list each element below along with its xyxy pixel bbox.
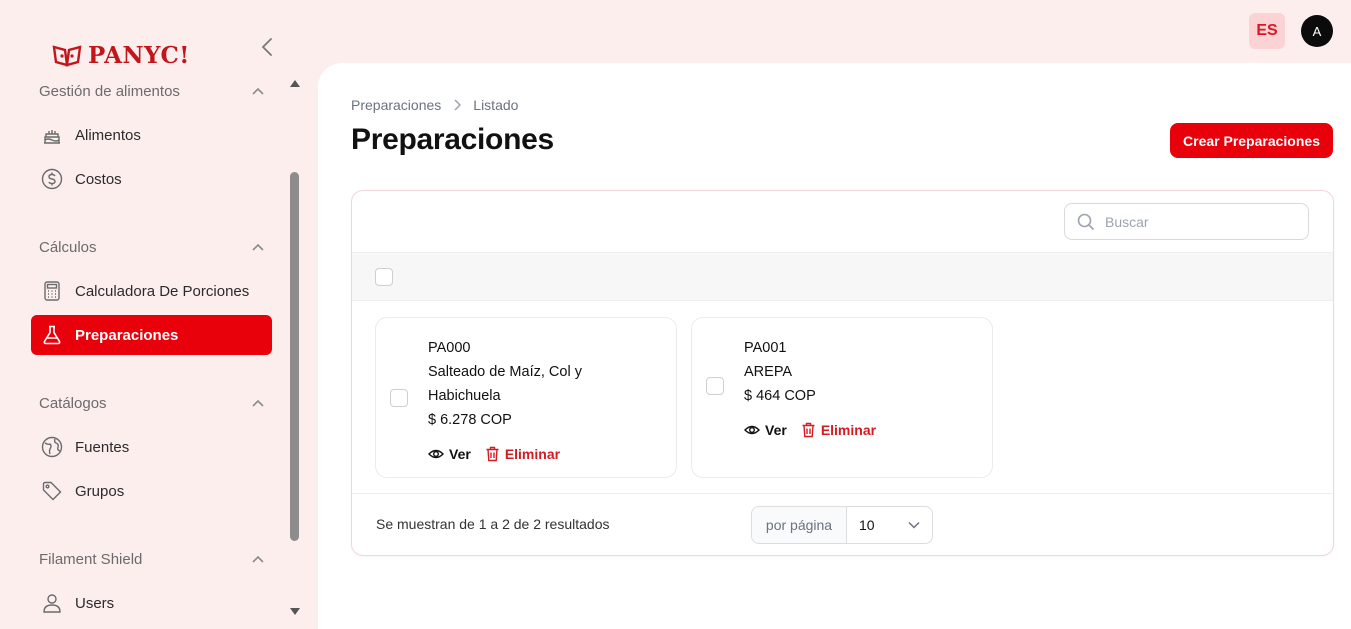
calculator-icon: [40, 279, 64, 303]
record-code: PA001: [744, 340, 787, 356]
record-checkbox[interactable]: [390, 389, 408, 407]
globe-icon: [40, 435, 64, 459]
chevron-up-icon: [252, 555, 264, 563]
group-gestion-alimentos[interactable]: Gestión de alimentos: [39, 81, 264, 101]
scroll-down-arrow[interactable]: [290, 608, 300, 615]
per-page-label: por página: [752, 507, 847, 543]
sidebar-item-label: Calculadora De Porciones: [75, 282, 250, 300]
sidebar-nav: Gestión de alimentos Alimentos Costos Cá…: [0, 72, 288, 629]
group-catalogos[interactable]: Catálogos: [39, 393, 264, 413]
trash-icon: [486, 446, 499, 462]
scroll-up-arrow[interactable]: [290, 80, 300, 87]
group-label: Gestión de alimentos: [39, 82, 180, 100]
chevron-left-icon: [261, 38, 272, 56]
logo-book-icon: [52, 44, 82, 67]
page-title: Preparaciones: [351, 123, 554, 156]
record-card[interactable]: PA000 Salteado de Maíz, Col y Habichuela…: [375, 317, 677, 478]
delete-label: Eliminar: [820, 422, 877, 438]
pagination-footer: Se muestran de 1 a 2 de 2 resultados por…: [352, 493, 1333, 555]
record-card[interactable]: PA001 AREPA $ 464 COP Ver Eliminar: [691, 317, 993, 478]
flask-icon: [40, 323, 64, 347]
record-code: PA000: [428, 340, 471, 356]
sidebar-item-users[interactable]: Users: [31, 583, 272, 623]
chevron-up-icon: [252, 243, 264, 251]
search-icon: [1077, 213, 1095, 230]
record-price: $ 6.278 COP: [428, 412, 512, 428]
record-name: AREPA: [744, 364, 793, 380]
view-action[interactable]: Ver: [428, 442, 471, 466]
record-actions: Ver Eliminar: [428, 442, 582, 466]
user-icon: [40, 591, 64, 615]
per-page-dropdown[interactable]: 10: [847, 507, 932, 543]
view-label: Ver: [449, 446, 471, 462]
sidebar-item-calculadora-porciones[interactable]: Calculadora De Porciones: [31, 271, 272, 311]
sidebar-item-label: Costos: [75, 170, 122, 188]
group-label: Filament Shield: [39, 550, 143, 568]
sidebar-item-alimentos[interactable]: Alimentos: [31, 115, 272, 155]
sidebar-item-label: Fuentes: [75, 438, 130, 456]
sidebar-item-label: Users: [75, 594, 115, 612]
sidebar-item-label: Grupos: [75, 482, 125, 500]
record-content: PA000 Salteado de Maíz, Col y Habichuela…: [428, 336, 582, 466]
group-calculos[interactable]: Cálculos: [39, 237, 264, 257]
sidebar-item-costos[interactable]: Costos: [31, 159, 272, 199]
breadcrumb-item[interactable]: Preparaciones: [351, 97, 441, 113]
sidebar-scrollbar[interactable]: [288, 80, 302, 615]
sidebar-item-fuentes[interactable]: Fuentes: [31, 427, 272, 467]
view-action[interactable]: Ver: [744, 418, 787, 442]
collapse-sidebar-button[interactable]: [258, 36, 276, 58]
search-input[interactable]: [1105, 213, 1295, 230]
view-label: Ver: [765, 422, 787, 438]
trash-icon: [802, 422, 815, 438]
bulk-actions-bar: [352, 252, 1333, 301]
chevron-up-icon: [252, 399, 264, 407]
record-content: PA001 AREPA $ 464 COP Ver Eliminar: [744, 336, 876, 442]
delete-action[interactable]: Eliminar: [801, 418, 876, 442]
user-avatar[interactable]: A: [1301, 15, 1333, 47]
eye-icon: [744, 425, 760, 435]
per-page-select[interactable]: por página 10: [751, 506, 933, 544]
eye-icon: [428, 449, 444, 459]
record-checkbox[interactable]: [706, 377, 724, 395]
record-name-cont: Habichuela: [428, 388, 501, 404]
dollar-circle-icon: [40, 167, 64, 191]
delete-label: Eliminar: [504, 446, 561, 462]
sidebar-item-grupos[interactable]: Grupos: [31, 471, 272, 511]
record-actions: Ver Eliminar: [744, 418, 876, 442]
group-label: Cálculos: [39, 238, 97, 256]
results-summary: Se muestran de 1 a 2 de 2 resultados: [376, 516, 610, 532]
create-preparacion-button[interactable]: Crear Preparaciones: [1170, 123, 1333, 158]
tag-icon: [40, 479, 64, 503]
select-all-checkbox[interactable]: [375, 268, 393, 286]
logo-text: PANYC!: [88, 42, 190, 69]
chevron-down-icon: [908, 521, 920, 529]
per-page-value: 10: [859, 517, 875, 533]
sidebar: PANYC! Gestión de alimentos Alimentos Co…: [0, 0, 305, 629]
sidebar-item-label: Alimentos: [75, 126, 141, 144]
breadcrumb-item: Listado: [473, 97, 519, 113]
records-table: PA000 Salteado de Maíz, Col y Habichuela…: [351, 190, 1334, 556]
sidebar-item-preparaciones[interactable]: Preparaciones: [31, 315, 272, 355]
breadcrumb: Preparaciones Listado: [351, 97, 518, 113]
record-name: Salteado de Maíz, Col y: [428, 364, 582, 380]
chevron-up-icon: [252, 87, 264, 95]
language-switcher[interactable]: ES: [1249, 13, 1285, 49]
group-filament-shield[interactable]: Filament Shield: [39, 549, 264, 569]
group-label: Catálogos: [39, 394, 107, 412]
record-price: $ 464 COP: [744, 388, 816, 404]
scroll-thumb[interactable]: [290, 172, 299, 541]
app-logo[interactable]: PANYC!: [52, 42, 190, 69]
sidebar-item-label: Preparaciones: [75, 326, 179, 344]
chevron-right-icon: [453, 99, 462, 111]
cake-icon: [40, 123, 64, 147]
search-field[interactable]: [1064, 203, 1309, 240]
delete-action[interactable]: Eliminar: [485, 442, 560, 466]
main-panel: Preparaciones Listado Preparaciones Crea…: [318, 63, 1351, 629]
